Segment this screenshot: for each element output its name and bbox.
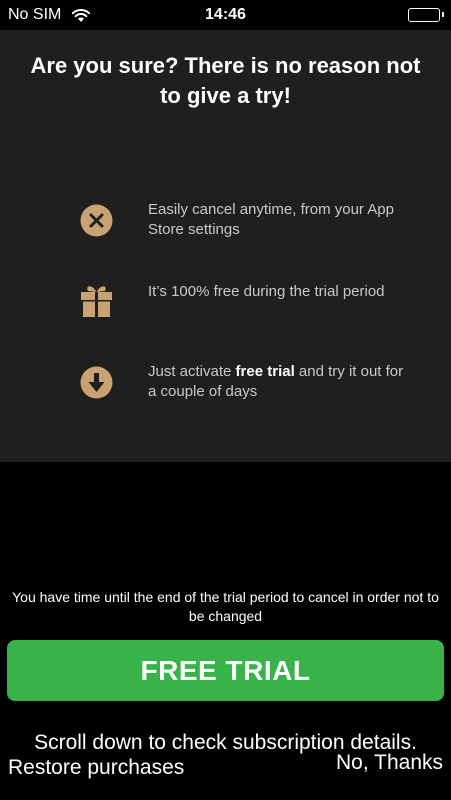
- no-thanks-link[interactable]: No, Thanks: [336, 751, 443, 775]
- feature-text: Just activate free trial and try it out …: [148, 363, 404, 400]
- gift-icon: [81, 286, 112, 317]
- x-circle-icon: [80, 204, 113, 237]
- free-trial-button-label: FREE TRIAL: [140, 654, 311, 686]
- feature-text: It’s 100% free during the trial period: [148, 283, 385, 300]
- status-bar: No SIM 14:46: [0, 0, 451, 30]
- free-trial-button[interactable]: FREE TRIAL: [7, 640, 444, 701]
- trial-notice: You have time until the end of the trial…: [12, 589, 439, 624]
- arrow-down-circle-icon: [80, 366, 113, 399]
- restore-purchases-link[interactable]: Restore purchases: [8, 756, 184, 780]
- battery-icon: [408, 8, 444, 22]
- feature-text: Easily cancel anytime, from your App Sto…: [148, 201, 394, 238]
- clock: 14:46: [205, 6, 246, 23]
- page-title: Are you sure? There is no reason not to …: [30, 53, 421, 108]
- free-trial-emphasis: free trial: [235, 363, 295, 380]
